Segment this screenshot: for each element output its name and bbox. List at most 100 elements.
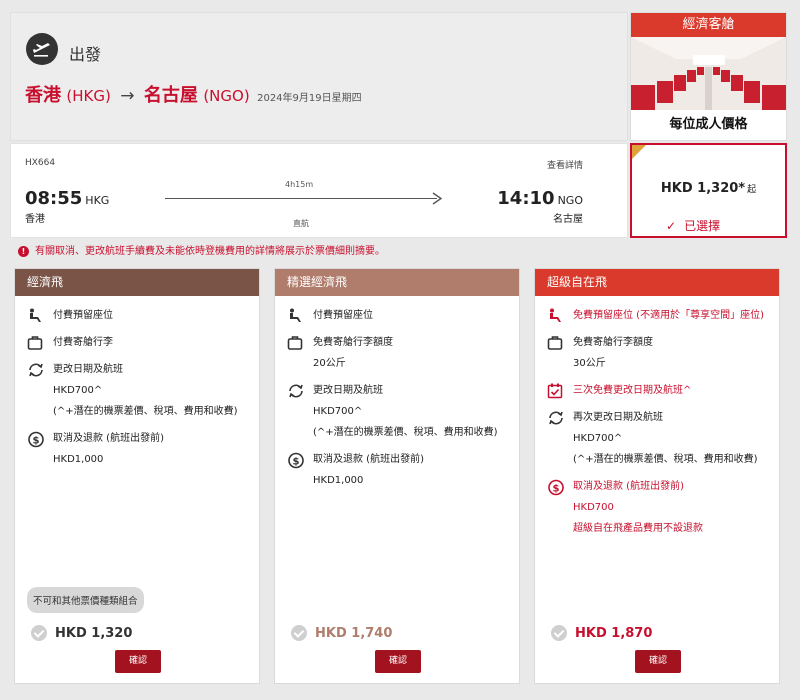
flight-number: HX664 — [25, 158, 56, 168]
fare-feature: 免費預留座位 (不適用於「尊享空間」座位) — [547, 308, 769, 323]
fare-price: HKD 1,740 — [315, 625, 393, 641]
fare-card-2: 精選經濟飛 付費預留座位 免費寄艙行李額度 20公斤 更改日期及航班 HKD700^ (^+… — [274, 268, 520, 684]
flight-card: HX664 查看詳情 08:55 HKG 香港 4h15m 直航 14:10 NGO… — [10, 143, 628, 238]
price-qualifier: 起 — [747, 185, 757, 195]
refund-icon: $ — [287, 452, 307, 469]
checkmark-icon: ✓ — [666, 219, 677, 233]
travel-date: 2024年9月19日星期四 — [257, 93, 362, 104]
fare-total: HKD 1,320 — [31, 625, 132, 641]
confirm-button[interactable]: 確認 — [375, 650, 421, 673]
fare-name: 經濟飛 — [15, 269, 259, 296]
fare-feature: 付費預留座位 — [287, 308, 509, 323]
departure-airport-code: HKG — [85, 194, 110, 207]
view-details-link[interactable]: 查看詳情 — [547, 158, 583, 171]
feature-text: 付費預留座位 — [313, 310, 373, 321]
selected-price-box[interactable]: HKD 1,320* 起 ✓ 已選擇 — [630, 143, 787, 238]
notice-text: 有關取消、更改航班手續費及未能依時登機費用的詳情將展示於票價細則摘要。 — [35, 246, 385, 257]
feature-text: 取消及退款 (航班出發前) — [313, 454, 424, 465]
arrival-airport-code: NGO — [557, 194, 583, 207]
destination-city: 名古屋 — [143, 85, 198, 106]
price-amount: HKD 1,320* — [660, 181, 746, 196]
departure-label: 出發 — [69, 45, 102, 64]
feature-detail: (^+潛在的機票差價、稅項、費用和收費) — [313, 427, 498, 438]
fare-feature: 更改日期及航班 — [287, 383, 509, 398]
fare-card-1: 經濟飛付費預留座位 付費寄艙行李 更改日期及航班 HKD700^ (^+潛在的機票差價、… — [14, 268, 260, 684]
feature-text: 再次更改日期及航班 — [573, 412, 663, 423]
feature-detail: (^+潛在的機票差價、稅項、費用和收費) — [573, 454, 758, 465]
destination-code: (NGO) — [203, 87, 250, 105]
calendar-check-icon — [547, 383, 567, 399]
feature-text: 更改日期及航班 — [53, 364, 123, 375]
arrival-city: 名古屋 — [553, 214, 583, 225]
feature-detail: 超級自在飛產品費用不設退款 — [573, 523, 703, 534]
nonstop-label: 直航 — [293, 219, 309, 228]
fare-notice: ! 有關取消、更改航班手續費及未能依時登機費用的詳情將展示於票價細則摘要。 — [10, 242, 790, 266]
seat-icon — [27, 308, 47, 323]
feature-text: 付費寄艙行李 — [53, 337, 113, 348]
feature-detail: 30公斤 — [573, 358, 606, 369]
arrow-right-icon: → — [120, 86, 135, 106]
fare-feature: 免費寄艙行李額度 — [287, 335, 509, 350]
confirm-button[interactable]: 確認 — [635, 650, 681, 673]
refund-icon: $ — [547, 479, 567, 496]
arrow-head-icon — [432, 192, 443, 205]
origin-city: 香港 — [25, 85, 61, 106]
fare-feature: $ 取消及退款 (航班出發前) — [27, 431, 249, 448]
selected-label: 已選擇 — [684, 219, 721, 233]
baggage-icon — [547, 335, 567, 350]
feature-text: 免費預留座位 (不適用於「尊享空間」座位) — [573, 310, 764, 321]
flight-duration: 4h15m — [285, 180, 314, 189]
fare-total: HKD 1,870 — [551, 625, 652, 641]
feature-detail: HKD700^ — [53, 385, 103, 396]
svg-text:$: $ — [293, 457, 300, 468]
price-amount-row: HKD 1,320* 起 — [632, 181, 785, 196]
feature-detail: HKD700^ — [313, 406, 363, 417]
seat-icon — [547, 308, 567, 323]
alert-icon: ! — [18, 245, 29, 257]
fare-name: 精選經濟飛 — [275, 269, 519, 296]
check-circle-icon — [551, 625, 567, 641]
feature-detail: HKD1,000 — [313, 475, 364, 486]
fare-feature: $ 取消及退款 (航班出發前) — [547, 479, 769, 496]
feature-detail: (^+潛在的機票差價、稅項、費用和收費) — [53, 406, 238, 417]
fare-feature: 免費寄艙行李額度 — [547, 335, 769, 350]
no-combination-badge: 不可和其他票價種類組合 — [27, 587, 144, 613]
cabin-class-title: 經濟客艙 — [631, 13, 786, 37]
confirm-button[interactable]: 確認 — [115, 650, 161, 673]
feature-text: 付費預留座位 — [53, 310, 113, 321]
feature-text: 三次免費更改日期及航班^ — [573, 385, 692, 396]
price-per-adult-label: 每位成人價格 — [631, 110, 786, 140]
feature-text: 更改日期及航班 — [313, 385, 383, 396]
cabin-class-panel: 經濟客艙 每位成人價格 — [630, 12, 787, 141]
fare-feature: 更改日期及航班 — [27, 362, 249, 377]
origin-code: (HKG) — [66, 87, 111, 105]
fare-feature: $ 取消及退款 (航班出發前) — [287, 452, 509, 469]
fare-total: HKD 1,740 — [291, 625, 392, 641]
refund-icon: $ — [27, 431, 47, 448]
fare-card-3: 超級自在飛免費預留座位 (不適用於「尊享空間」座位) 免費寄艙行李額度 30公斤三次… — [534, 268, 780, 684]
feature-text: 取消及退款 (航班出發前) — [53, 433, 164, 444]
departure-time-row: 08:55 HKG — [25, 188, 109, 209]
fare-feature: 付費寄艙行李 — [27, 335, 249, 350]
svg-text:$: $ — [33, 436, 40, 447]
arrival-time-row: 14:10 NGO — [497, 188, 583, 209]
feature-detail: HKD700^ — [573, 433, 623, 444]
change-icon — [547, 410, 567, 425]
route-summary: 香港 (HKG) → 名古屋 (NGO) 2024年9月19日星期四 — [25, 81, 362, 107]
fare-feature: 再次更改日期及航班 — [547, 410, 769, 425]
fare-price: HKD 1,320 — [55, 625, 133, 641]
check-circle-icon — [31, 625, 47, 641]
departure-header: 出發 香港 (HKG) → 名古屋 (NGO) 2024年9月19日星期四 — [10, 12, 628, 141]
fare-price: HKD 1,870 — [575, 625, 653, 641]
plane-takeoff-icon — [26, 33, 58, 65]
departure-city: 香港 — [25, 214, 45, 225]
arrival-time: 14:10 — [497, 188, 555, 209]
route-line — [165, 198, 437, 199]
fare-name: 超級自在飛 — [535, 269, 779, 296]
feature-text: 免費寄艙行李額度 — [573, 337, 653, 348]
selected-indicator: ✓ 已選擇 — [666, 217, 720, 234]
fare-features: 免費預留座位 (不適用於「尊享空間」座位) 免費寄艙行李額度 30公斤三次免費更改日… — [535, 296, 779, 536]
fare-features: 付費預留座位 付費寄艙行李 更改日期及航班 HKD700^ (^+潛在的機票差價、稅項、… — [15, 296, 259, 467]
fare-feature: 三次免費更改日期及航班^ — [547, 383, 769, 399]
baggage-icon — [27, 335, 47, 350]
